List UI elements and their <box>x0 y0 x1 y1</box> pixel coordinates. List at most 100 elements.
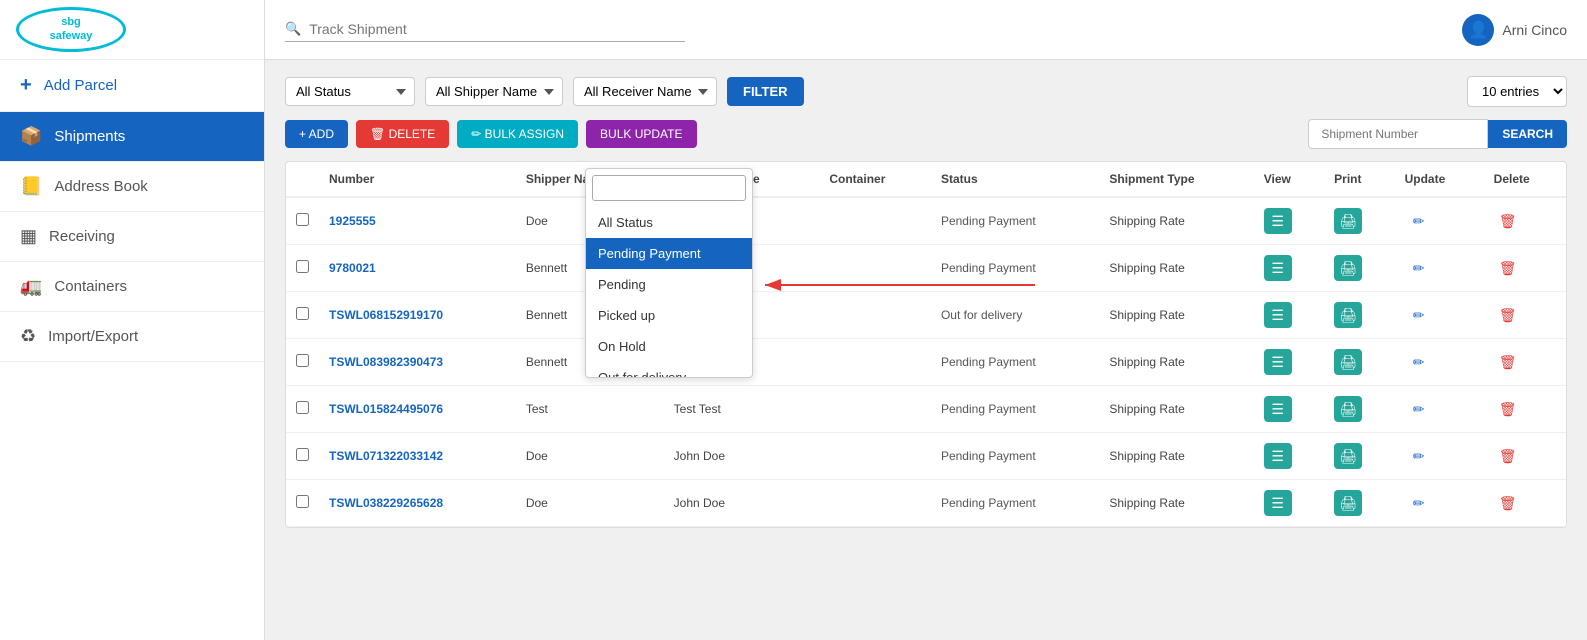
view-icon-0[interactable]: ☰ <box>1264 208 1292 234</box>
row-update-6[interactable]: ✏ <box>1395 480 1484 527</box>
update-icon-3[interactable]: ✏ <box>1405 349 1433 375</box>
row-print-6[interactable]: 🖨 <box>1324 480 1394 527</box>
status-filter[interactable]: All Status <box>285 77 415 106</box>
sidebar-item-label: Receiving <box>49 228 115 245</box>
view-icon-3[interactable]: ☰ <box>1264 349 1292 375</box>
dropdown-item-on-hold[interactable]: On Hold <box>586 331 752 362</box>
row-number-6[interactable]: TSWL038229265628 <box>319 480 516 527</box>
row-print-4[interactable]: 🖨 <box>1324 386 1394 433</box>
delete-button[interactable]: 🗑 DELETE <box>356 120 449 148</box>
row-checkbox-4[interactable] <box>286 386 319 433</box>
row-checkbox-6[interactable] <box>286 480 319 527</box>
sidebar-item-address-book[interactable]: 📒 Address Book <box>0 162 264 212</box>
row-update-2[interactable]: ✏ <box>1395 292 1484 339</box>
row-print-1[interactable]: 🖨 <box>1324 245 1394 292</box>
row-checkbox-1[interactable] <box>286 245 319 292</box>
delete-icon-2[interactable]: 🗑 <box>1494 302 1522 328</box>
row-delete-0[interactable]: 🗑 <box>1484 197 1566 245</box>
row-view-6[interactable]: ☰ <box>1254 480 1324 527</box>
row-delete-6[interactable]: 🗑 <box>1484 480 1566 527</box>
dropdown-item-pending[interactable]: Pending <box>586 269 752 300</box>
row-view-4[interactable]: ☰ <box>1254 386 1324 433</box>
row-view-2[interactable]: ☰ <box>1254 292 1324 339</box>
row-print-3[interactable]: 🖨 <box>1324 339 1394 386</box>
row-print-5[interactable]: 🖨 <box>1324 433 1394 480</box>
track-search-bar[interactable]: 🔍 <box>285 17 685 42</box>
row-number-4[interactable]: TSWL015824495076 <box>319 386 516 433</box>
dropdown-search-input[interactable] <box>592 175 746 201</box>
delete-icon-1[interactable]: 🗑 <box>1494 255 1522 281</box>
receiver-filter[interactable]: All Receiver Name <box>573 77 717 106</box>
delete-icon-5[interactable]: 🗑 <box>1494 443 1522 469</box>
view-icon-6[interactable]: ☰ <box>1264 490 1292 516</box>
row-update-4[interactable]: ✏ <box>1395 386 1484 433</box>
update-icon-5[interactable]: ✏ <box>1405 443 1433 469</box>
row-delete-5[interactable]: 🗑 <box>1484 433 1566 480</box>
row-view-1[interactable]: ☰ <box>1254 245 1324 292</box>
add-button[interactable]: + ADD <box>285 120 348 148</box>
bulk-assign-button[interactable]: ✏ BULK ASSIGN <box>457 120 578 148</box>
filter-button[interactable]: FILTER <box>727 77 804 106</box>
sidebar-item-add-parcel[interactable]: + Add Parcel <box>0 60 264 112</box>
dropdown-item-pending-payment[interactable]: Pending Payment <box>586 238 752 269</box>
shipment-number-input[interactable] <box>1308 119 1488 149</box>
delete-icon-4[interactable]: 🗑 <box>1494 396 1522 422</box>
row-print-0[interactable]: 🖨 <box>1324 197 1394 245</box>
bulk-update-button[interactable]: BULK UPDATE <box>586 120 696 148</box>
view-icon-1[interactable]: ☰ <box>1264 255 1292 281</box>
dropdown-item-all-status[interactable]: All Status <box>586 207 752 238</box>
row-checkbox-3[interactable] <box>286 339 319 386</box>
sidebar-item-shipments[interactable]: 📦 Shipments <box>0 112 264 162</box>
dropdown-item-out-for-delivery[interactable]: Out for delivery <box>586 362 752 377</box>
row-checkbox-5[interactable] <box>286 433 319 480</box>
row-print-2[interactable]: 🖨 <box>1324 292 1394 339</box>
row-number-0[interactable]: 1925555 <box>319 197 516 245</box>
update-icon-2[interactable]: ✏ <box>1405 302 1433 328</box>
row-delete-1[interactable]: 🗑 <box>1484 245 1566 292</box>
row-checkbox-2[interactable] <box>286 292 319 339</box>
shipper-filter[interactable]: All Shipper Name <box>425 77 563 106</box>
print-icon-1[interactable]: 🖨 <box>1334 255 1362 281</box>
row-shipper-4: Test <box>516 386 664 433</box>
row-view-0[interactable]: ☰ <box>1254 197 1324 245</box>
view-icon-2[interactable]: ☰ <box>1264 302 1292 328</box>
search-button[interactable]: SEARCH <box>1488 120 1567 148</box>
update-icon-0[interactable]: ✏ <box>1405 208 1433 234</box>
track-shipment-input[interactable] <box>309 21 669 37</box>
view-icon-5[interactable]: ☰ <box>1264 443 1292 469</box>
print-icon-3[interactable]: 🖨 <box>1334 349 1362 375</box>
update-icon-1[interactable]: ✏ <box>1405 255 1433 281</box>
row-checkbox-0[interactable] <box>286 197 319 245</box>
row-delete-3[interactable]: 🗑 <box>1484 339 1566 386</box>
row-view-3[interactable]: ☰ <box>1254 339 1324 386</box>
sidebar-item-import-export[interactable]: ♻ Import/Export <box>0 312 264 362</box>
row-number-2[interactable]: TSWL068152919170 <box>319 292 516 339</box>
row-delete-4[interactable]: 🗑 <box>1484 386 1566 433</box>
print-icon-6[interactable]: 🖨 <box>1334 490 1362 516</box>
row-update-5[interactable]: ✏ <box>1395 433 1484 480</box>
delete-icon-3[interactable]: 🗑 <box>1494 349 1522 375</box>
update-icon-6[interactable]: ✏ <box>1405 490 1433 516</box>
row-update-0[interactable]: ✏ <box>1395 197 1484 245</box>
print-icon-4[interactable]: 🖨 <box>1334 396 1362 422</box>
print-icon-0[interactable]: 🖨 <box>1334 208 1362 234</box>
row-number-3[interactable]: TSWL083982390473 <box>319 339 516 386</box>
dropdown-item-picked-up[interactable]: Picked up <box>586 300 752 331</box>
row-number-5[interactable]: TSWL071322033142 <box>319 433 516 480</box>
delete-icon-0[interactable]: 🗑 <box>1494 208 1522 234</box>
delete-icon-6[interactable]: 🗑 <box>1494 490 1522 516</box>
sidebar-item-receiving[interactable]: ▦ Receiving <box>0 212 264 262</box>
row-view-5[interactable]: ☰ <box>1254 433 1324 480</box>
update-icon-4[interactable]: ✏ <box>1405 396 1433 422</box>
sidebar-item-containers[interactable]: 🚛 Containers <box>0 262 264 312</box>
col-number: Number <box>319 162 516 197</box>
print-icon-2[interactable]: 🖨 <box>1334 302 1362 328</box>
row-update-3[interactable]: ✏ <box>1395 339 1484 386</box>
row-delete-2[interactable]: 🗑 <box>1484 292 1566 339</box>
row-number-1[interactable]: 9780021 <box>319 245 516 292</box>
entries-select[interactable]: 10 entries <box>1467 76 1567 107</box>
view-icon-4[interactable]: ☰ <box>1264 396 1292 422</box>
print-icon-5[interactable]: 🖨 <box>1334 443 1362 469</box>
row-update-1[interactable]: ✏ <box>1395 245 1484 292</box>
plus-icon: + <box>20 74 32 97</box>
